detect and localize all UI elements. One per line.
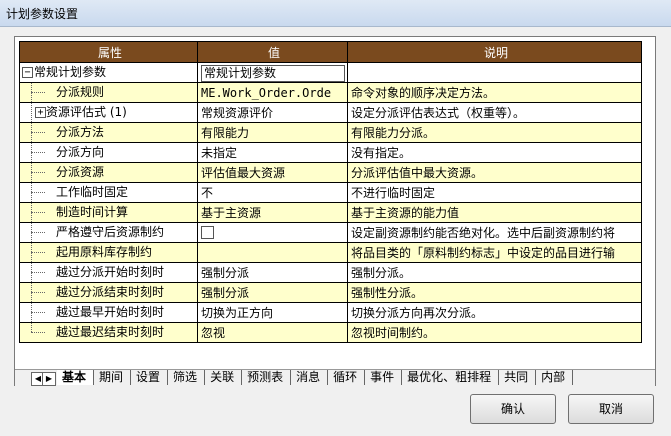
tab-message[interactable]: 消息 [291, 370, 329, 385]
property-grid-pane: 属性 值 说明 − 常规计划参数 常规计划参数 分派规则 ME.Work_Orde… [14, 36, 656, 386]
property-description: 强制性分派。 [347, 282, 642, 303]
header-property: 属性 [19, 41, 198, 63]
property-value[interactable]: 未指定 [197, 142, 348, 163]
property-name: 越过分派结束时刻时 [19, 282, 198, 303]
property-value[interactable]: 强制分派 [197, 262, 348, 283]
table-row[interactable]: − 常规计划参数 常规计划参数 [19, 62, 642, 83]
property-value[interactable]: 评估值最大资源 [197, 162, 348, 183]
table-row[interactable]: 越过最迟结束时刻时 忽视 忽视时间制约。 [19, 322, 642, 343]
table-row[interactable]: 起用原料库存制约 将品目类的「原料制约标志」中设定的品目进行输 [19, 242, 642, 263]
property-value[interactable] [197, 242, 348, 263]
cancel-button[interactable]: 取消 [568, 394, 654, 424]
tab-optimization[interactable]: 最优化、粗排程 [402, 370, 500, 385]
tree-connector [21, 303, 57, 322]
tab-period[interactable]: 期间 [94, 370, 132, 385]
tree-connector [21, 123, 57, 142]
property-name: 分派规则 [19, 82, 198, 103]
collapse-toggle-icon[interactable]: − [22, 67, 33, 78]
property-description: 不进行临时固定 [347, 182, 642, 203]
tree-connector [21, 223, 57, 242]
tab-filter[interactable]: 筛选 [168, 370, 206, 385]
property-name: 起用原料库存制约 [19, 242, 198, 263]
tab-loop[interactable]: 循环 [328, 370, 366, 385]
ok-button[interactable]: 确认 [470, 394, 556, 424]
property-description: 没有指定。 [347, 142, 642, 163]
property-name: 越过最早开始时刻时 [19, 302, 198, 323]
property-name: 越过分派开始时刻时 [19, 262, 198, 283]
table-row[interactable]: 越过分派开始时刻时 强制分派 强制分派。 [19, 262, 642, 283]
table-row[interactable]: 工作临时固定 不 不进行临时固定 [19, 182, 642, 203]
tab-next-icon[interactable]: ▶ [42, 372, 56, 386]
tab-common[interactable]: 共同 [499, 370, 537, 385]
property-value[interactable]: 基于主资源 [197, 202, 348, 223]
property-name: 分派方向 [19, 142, 198, 163]
tree-connector [21, 143, 57, 162]
property-value[interactable]: 忽视 [197, 322, 348, 343]
table-row[interactable]: 分派规则 ME.Work_Order.Orde 命令对象的顺序决定方法。 [19, 82, 642, 103]
tabs: 基本 期间 设置 筛选 关联 预测表 消息 循环 事件 最优化、粗排程 共同 内部 [57, 370, 574, 385]
property-grid: 属性 值 说明 − 常规计划参数 常规计划参数 分派规则 ME.Work_Orde… [19, 41, 642, 343]
table-row[interactable]: + 资源评估式 (1) 常规资源评价 设定分派评估表达式（权重等）。 [19, 102, 642, 123]
tree-connector [21, 203, 57, 222]
property-value[interactable]: 切换为正方向 [197, 302, 348, 323]
property-description: 强制分派。 [347, 262, 642, 283]
property-description: 有限能力分派。 [347, 122, 642, 143]
tree-connector [21, 163, 57, 182]
property-description: 基于主资源的能力值 [347, 202, 642, 223]
table-row[interactable]: 严格遵守后资源制约 设定副资源制约能否绝对化。选中后副资源制约将 [19, 222, 642, 243]
property-value[interactable]: ME.Work_Order.Orde [197, 82, 348, 103]
property-name: − 常规计划参数 [19, 62, 198, 83]
grid-header-row: 属性 值 说明 [19, 41, 642, 63]
tree-connector [21, 183, 57, 202]
table-row[interactable]: 制造时间计算 基于主资源 基于主资源的能力值 [19, 202, 642, 223]
tab-internal[interactable]: 内部 [536, 370, 574, 385]
table-row[interactable]: 越过最早开始时刻时 切换为正方向 切换分派方向再次分派。 [19, 302, 642, 323]
tab-settings[interactable]: 设置 [131, 370, 169, 385]
tab-bar: ◀ ▶ 基本 期间 设置 筛选 关联 预测表 消息 循环 事件 最优化、粗排程 共同 内部 [15, 369, 655, 386]
tree-connector [21, 83, 57, 102]
tree-connector [21, 243, 57, 262]
property-value[interactable]: 强制分派 [197, 282, 348, 303]
property-value[interactable]: 常规资源评价 [197, 102, 348, 123]
tree-connector [21, 283, 57, 302]
header-value: 值 [197, 41, 348, 63]
expand-toggle-icon[interactable]: + [35, 107, 46, 118]
property-value[interactable] [197, 222, 348, 243]
property-name: 越过最迟结束时刻时 [19, 322, 198, 343]
tree-connector [21, 263, 57, 282]
property-description: 设定分派评估表达式（权重等）。 [347, 102, 642, 123]
property-description: 忽视时间制约。 [347, 322, 642, 343]
property-name: 分派资源 [19, 162, 198, 183]
property-description: 设定副资源制约能否绝对化。选中后副资源制约将 [347, 222, 642, 243]
table-row[interactable]: 分派方向 未指定 没有指定。 [19, 142, 642, 163]
tab-basic[interactable]: 基本 [57, 370, 95, 385]
strict-constraint-checkbox[interactable] [201, 226, 214, 239]
tab-event[interactable]: 事件 [365, 370, 403, 385]
property-name: 制造时间计算 [19, 202, 198, 223]
property-name: + 资源评估式 (1) [19, 102, 198, 123]
table-row[interactable]: 分派资源 评估值最大资源 分派评估值中最大资源。 [19, 162, 642, 183]
table-row[interactable]: 分派方法 有限能力 有限能力分派。 [19, 122, 642, 143]
window-title: 计划参数设置 [6, 7, 79, 21]
value-input[interactable]: 常规计划参数 [201, 64, 345, 82]
table-row[interactable]: 越过分派结束时刻时 强制分派 强制性分派。 [19, 282, 642, 303]
tab-relation[interactable]: 关联 [205, 370, 243, 385]
property-name: 工作临时固定 [19, 182, 198, 203]
property-description [347, 62, 642, 83]
property-value[interactable]: 常规计划参数 [197, 62, 348, 83]
tree-connector: + [21, 103, 46, 122]
tab-forecast[interactable]: 预测表 [242, 370, 292, 385]
property-description: 命令对象的顺序决定方法。 [347, 82, 642, 103]
tree-connector [21, 323, 57, 342]
property-value[interactable]: 有限能力 [197, 122, 348, 143]
property-name: 分派方法 [19, 122, 198, 143]
title-bar: 计划参数设置 [0, 0, 671, 27]
header-description: 说明 [347, 41, 642, 63]
property-name: 严格遵守后资源制约 [19, 222, 198, 243]
property-description: 分派评估值中最大资源。 [347, 162, 642, 183]
property-value[interactable]: 不 [197, 182, 348, 203]
property-description: 切换分派方向再次分派。 [347, 302, 642, 323]
property-description: 将品目类的「原料制约标志」中设定的品目进行输 [347, 242, 642, 263]
